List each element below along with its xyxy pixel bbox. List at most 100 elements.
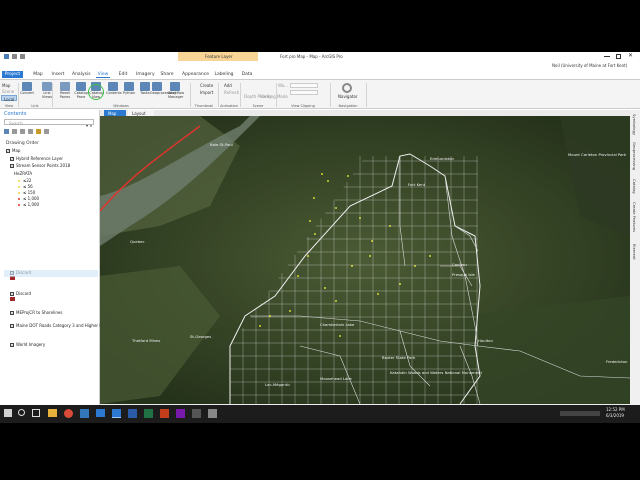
clip-input-2[interactable] xyxy=(290,90,318,95)
list-by-editing-icon[interactable] xyxy=(28,129,33,134)
contents-item[interactable]: ≤ 150 xyxy=(18,190,35,195)
visibility-checkbox[interactable]: ✓ xyxy=(10,157,14,161)
visibility-checkbox[interactable]: ✓ xyxy=(10,343,14,347)
sensor-point[interactable] xyxy=(377,293,379,295)
side-tab-symbology[interactable]: Symbology xyxy=(632,114,637,135)
sensor-point[interactable] xyxy=(399,283,401,285)
list-by-snapping-icon[interactable] xyxy=(36,129,41,134)
undo-icon[interactable] xyxy=(12,54,17,59)
side-tab-geoprocessing[interactable]: Geoprocessing xyxy=(632,142,637,170)
contents-button[interactable]: Contents xyxy=(106,82,122,104)
list-by-selection-icon[interactable] xyxy=(20,129,25,134)
view-scene-option[interactable]: Scene xyxy=(2,89,14,94)
tab-project[interactable]: Project xyxy=(2,71,23,78)
contents-item[interactable]: ≤ 1,000 xyxy=(18,202,39,207)
contents-item[interactable]: ✓ Map xyxy=(6,148,20,153)
map-view[interactable]: Map Layout Baie-St-Paul Edmundston Mount… xyxy=(100,110,630,411)
side-tab-create-features[interactable]: Create Features xyxy=(632,202,637,232)
reset-panes-button[interactable]: Reset Panes xyxy=(58,82,72,104)
start-button-icon[interactable] xyxy=(4,409,12,417)
list-by-labeling-icon[interactable] xyxy=(44,129,49,134)
visibility-checkbox[interactable]: ✓ xyxy=(10,292,14,296)
arcgis-icon[interactable] xyxy=(112,409,121,418)
sensor-point[interactable] xyxy=(371,240,373,242)
minimize-icon[interactable] xyxy=(604,56,610,57)
close-icon[interactable]: ✕ xyxy=(628,53,633,59)
convert-button[interactable]: Convert xyxy=(20,82,34,104)
contents-item[interactable]: ✓ MEProjCR to Shorelines xyxy=(10,310,62,315)
visibility-checkbox[interactable]: ✓ xyxy=(10,164,14,168)
sensor-point[interactable] xyxy=(313,197,315,199)
sensor-point[interactable] xyxy=(429,255,431,257)
contents-item[interactable]: ✓ Stream Sensor Points 2018 xyxy=(10,163,70,168)
sensor-point[interactable] xyxy=(347,175,349,177)
sensor-point[interactable] xyxy=(414,265,416,267)
contents-search-input[interactable]: Search xyxy=(4,119,94,126)
sensor-point[interactable] xyxy=(335,207,337,209)
tab-imagery[interactable]: Imagery xyxy=(136,71,155,78)
sensor-point[interactable] xyxy=(369,255,371,257)
maximize-icon[interactable] xyxy=(616,54,621,59)
geoprocessing-button[interactable]: Geoprocessing xyxy=(150,82,176,104)
tab-insert[interactable]: Insert xyxy=(50,71,66,78)
sensor-point[interactable] xyxy=(269,315,271,317)
sensor-point[interactable] xyxy=(297,275,299,277)
visibility-checkbox[interactable]: ✓ xyxy=(6,149,10,153)
tab-appearance[interactable]: Appearance xyxy=(182,71,209,78)
camera-icon[interactable] xyxy=(192,409,201,418)
chrome-icon[interactable] xyxy=(64,409,73,418)
clip-input[interactable] xyxy=(290,83,318,88)
powerpoint-icon[interactable] xyxy=(160,409,169,418)
workflow-manager-button[interactable]: Workflow Manager xyxy=(168,82,184,104)
clock-time[interactable]: 12:52 PM xyxy=(606,407,625,412)
sensor-point[interactable] xyxy=(327,180,329,182)
sensor-point[interactable] xyxy=(289,310,291,312)
python-button[interactable]: Python xyxy=(122,82,136,104)
sensor-point[interactable] xyxy=(314,233,316,235)
contents-item[interactable]: ≤22 xyxy=(18,178,31,183)
sensor-point[interactable] xyxy=(307,255,309,257)
contents-item[interactable]: ✓ Hybrid Reference Layer xyxy=(10,156,63,161)
sensor-point[interactable] xyxy=(335,300,337,302)
onenote-icon[interactable] xyxy=(176,409,185,418)
sensor-point[interactable] xyxy=(339,335,341,337)
import-button[interactable]: Import xyxy=(200,90,213,95)
refresh-button[interactable]: Refresh xyxy=(224,90,239,95)
viewing-mode-button[interactable]: Viewing Mode xyxy=(260,94,288,99)
tab-data[interactable]: Data xyxy=(240,71,254,78)
excel-icon[interactable] xyxy=(144,409,153,418)
sensor-point[interactable] xyxy=(389,225,391,227)
save-icon[interactable] xyxy=(4,54,9,59)
tab-edit[interactable]: Edit xyxy=(116,71,130,78)
contents-item[interactable]: ✓ World Imagery xyxy=(10,342,45,347)
sensor-point[interactable] xyxy=(359,217,361,219)
tab-analysis[interactable]: Analysis xyxy=(72,71,91,78)
search-icon[interactable] xyxy=(18,409,25,416)
symbol-swatch-discard-2[interactable] xyxy=(10,297,15,301)
contents-item[interactable]: ✓Discard xyxy=(10,291,31,296)
sensor-point[interactable] xyxy=(351,265,353,267)
tab-labeling[interactable]: Labeling xyxy=(214,71,234,78)
tab-map[interactable]: Map xyxy=(31,71,45,78)
sensor-point[interactable] xyxy=(259,325,261,327)
navigator-icon[interactable] xyxy=(342,83,352,93)
list-by-drawing-order-icon[interactable] xyxy=(4,129,9,134)
side-tab-catalog[interactable]: Catalog xyxy=(632,179,637,194)
add-button[interactable]: Add xyxy=(224,83,232,88)
mail-icon[interactable] xyxy=(96,409,105,417)
view-map-option[interactable]: Map xyxy=(2,83,10,88)
clip-state[interactable]: Wa... xyxy=(278,83,288,88)
notes-icon[interactable] xyxy=(208,409,217,418)
explorer-icon[interactable] xyxy=(48,409,57,417)
tab-view[interactable]: View xyxy=(96,71,110,78)
view-local-option[interactable]: Local xyxy=(1,95,17,102)
word-icon[interactable] xyxy=(128,409,137,418)
tab-share[interactable]: Share xyxy=(160,71,174,78)
task-view-icon[interactable] xyxy=(32,409,40,417)
user-account[interactable]: Neil (University of Maine at Fort Kent) xyxy=(552,63,627,68)
create-button[interactable]: Create xyxy=(200,83,213,88)
sensor-point[interactable] xyxy=(321,173,323,175)
clock-date[interactable]: 6/3/2019 xyxy=(606,413,624,418)
catalog-pane-button[interactable]: Catalog Pane xyxy=(74,82,88,104)
tray-icons[interactable] xyxy=(560,411,600,416)
